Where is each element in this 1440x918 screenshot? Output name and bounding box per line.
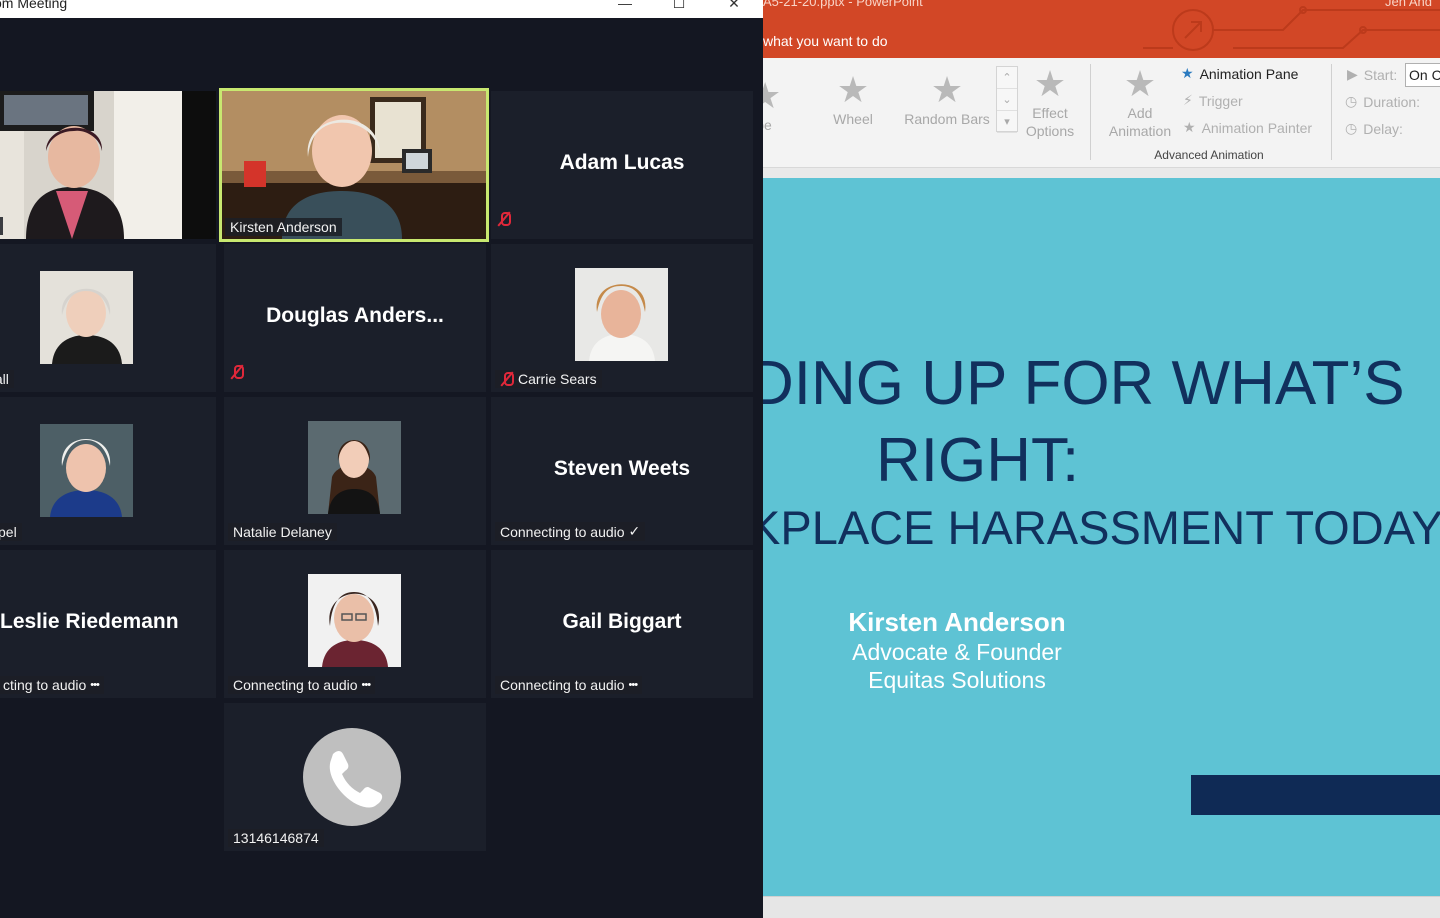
chevron-down-icon: ⌄: [997, 89, 1017, 111]
star-icon: ★: [1033, 63, 1067, 104]
minimize-button[interactable]: —: [610, 0, 640, 12]
more-icon: ▾: [997, 111, 1017, 133]
participant-display-name: Douglas Anders...: [266, 304, 444, 327]
participant-tile[interactable]: enton: [0, 91, 216, 239]
star-icon: ★: [763, 75, 782, 116]
participant-name-label: enton: [0, 217, 4, 235]
muted-mic-icon: [497, 211, 511, 232]
clock-icon: ◷: [1345, 120, 1358, 136]
effect-options-button[interactable]: ★ Effect Options: [1018, 64, 1082, 140]
loading-dots-icon: •••: [90, 679, 100, 691]
animation-pane-icon: ★: [1181, 65, 1194, 81]
loading-dots-icon: •••: [628, 679, 639, 691]
animation-pane-button[interactable]: ★ Animation Pane: [1181, 65, 1298, 82]
gallery-scroll[interactable]: ⌃ ⌄ ▾: [996, 66, 1018, 133]
decorative-bar: [1191, 775, 1440, 815]
participant-tile[interactable]: Connecting to audio •••: [224, 550, 486, 698]
clock-icon: ◷: [1345, 93, 1358, 109]
participant-avatar: [575, 268, 668, 361]
desktop: om Meeting — ☐ ✕ ent: [0, 0, 1440, 918]
powerpoint-window: A5-21-20.pptx - PowerPoint Jen And what …: [763, 0, 1440, 918]
participant-name-label: Kirsten Anderson: [225, 218, 342, 236]
participant-tile[interactable]: Douglas Anders...: [224, 244, 486, 392]
ribbon-separator: [1331, 64, 1332, 160]
document-title: A5-21-20.pptx - PowerPoint: [763, 0, 923, 9]
start-label: ▶ Start:: [1347, 66, 1398, 83]
chevron-up-icon: ⌃: [997, 67, 1017, 89]
audio-status-label: Connecting to audio ✓: [495, 522, 646, 541]
add-star-icon: ★: [1123, 63, 1157, 104]
painter-icon: ★: [1183, 119, 1196, 135]
participant-name-label: Natalie Delaney: [228, 523, 337, 541]
play-icon: ▶: [1347, 66, 1358, 82]
participant-name-label: ia Sippel: [0, 523, 22, 541]
slide-canvas[interactable]: DING UP FOR WHAT’S RIGHT: KPLACE HARASSM…: [763, 178, 1440, 896]
phone-icon: [303, 728, 401, 826]
participant-name-label: Carrie Sears: [495, 370, 602, 388]
slide-title-line-1[interactable]: DING UP FOR WHAT’S: [763, 348, 1405, 419]
participant-tile[interactable]: Leslie Riedemann cting to audio •••: [0, 550, 216, 698]
ribbon-group-label: Advanced Animation: [1154, 148, 1264, 162]
animations-ribbon: ★ pe ★ Wheel ★ Random Bars ⌃⌄▾ ★ Effect …: [763, 58, 1440, 168]
participant-display-name: Adam Lucas: [559, 151, 685, 174]
slide-editor: DING UP FOR WHAT’S RIGHT: KPLACE HARASSM…: [763, 168, 1440, 918]
participant-tile[interactable]: Kimball: [0, 244, 216, 392]
presenter-role[interactable]: Advocate & Founder: [763, 639, 1151, 666]
participant-tile[interactable]: 13146146874: [224, 703, 486, 851]
add-animation-button[interactable]: ★ Add Animation: [1101, 64, 1179, 140]
animation-effect-wheel[interactable]: ★ Wheel: [823, 70, 883, 128]
check-icon: ✓: [628, 523, 641, 539]
participant-video: [0, 91, 216, 239]
participant-avatar: [40, 271, 133, 364]
audio-status-label: Connecting to audio •••: [228, 676, 376, 694]
powerpoint-titlebar[interactable]: A5-21-20.pptx - PowerPoint Jen And what …: [763, 0, 1440, 58]
muted-mic-icon: [500, 371, 514, 387]
participant-tile[interactable]: Carrie Sears: [491, 244, 753, 392]
user-name[interactable]: Jen And: [1385, 0, 1432, 9]
ribbon-separator: [1090, 64, 1091, 160]
start-dropdown[interactable]: On Cl: [1405, 63, 1440, 87]
duration-label: ◷ Duration:: [1345, 93, 1421, 110]
audio-status-label: Connecting to audio •••: [495, 676, 643, 694]
participant-avatar: [308, 421, 401, 514]
presenter-organization[interactable]: Equitas Solutions: [763, 667, 1151, 694]
trigger-button[interactable]: ⚡ Trigger: [1183, 92, 1243, 109]
star-icon: ★: [836, 69, 870, 110]
zoom-window-title: om Meeting: [0, 0, 68, 11]
participant-display-name: Gail Biggart: [562, 610, 682, 633]
audio-status-label: cting to audio •••: [0, 676, 104, 694]
participant-name-label: 13146146874: [228, 829, 324, 847]
close-button[interactable]: ✕: [719, 0, 749, 12]
participant-display-name: Steven Weets: [553, 457, 691, 480]
animation-painter-button[interactable]: ★ Animation Painter: [1183, 119, 1312, 136]
maximize-button[interactable]: ☐: [664, 0, 694, 12]
participant-tile-active-speaker[interactable]: Kirsten Anderson: [219, 88, 489, 242]
participant-tile[interactable]: Adam Lucas: [491, 91, 753, 239]
participant-gallery: enton Kirsten Anderson: [0, 18, 763, 918]
participant-video: [222, 91, 486, 239]
participant-tile[interactable]: ia Sippel: [0, 397, 216, 545]
lightning-icon: ⚡: [1183, 92, 1193, 108]
participant-avatar: [308, 574, 401, 667]
animation-effect-random-bars[interactable]: ★ Random Bars: [903, 70, 991, 128]
star-icon: ★: [930, 69, 964, 110]
loading-dots-icon: •••: [361, 679, 372, 691]
participant-name-label: Kimball: [0, 370, 14, 388]
presenter-name[interactable]: Kirsten Anderson: [763, 607, 1151, 638]
zoom-titlebar[interactable]: om Meeting — ☐ ✕: [0, 0, 763, 18]
tell-me-search[interactable]: what you want to do: [763, 33, 888, 49]
animation-effect-shape[interactable]: ★ pe: [763, 75, 782, 134]
participant-avatar: [40, 424, 133, 517]
slide-title-line-2[interactable]: RIGHT:: [876, 425, 1079, 496]
slide-subtitle[interactable]: KPLACE HARASSMENT TODAY: [763, 500, 1440, 555]
muted-mic-icon: [230, 364, 244, 385]
participant-tile[interactable]: Natalie Delaney: [224, 397, 486, 545]
zoom-window: om Meeting — ☐ ✕ ent: [0, 0, 763, 918]
participant-tile[interactable]: Gail Biggart Connecting to audio •••: [491, 550, 753, 698]
delay-label: ◷ Delay:: [1345, 120, 1403, 137]
status-strip: [763, 896, 1440, 918]
participant-display-name: Leslie Riedemann: [0, 610, 179, 633]
participant-tile[interactable]: Steven Weets Connecting to audio ✓: [491, 397, 753, 545]
